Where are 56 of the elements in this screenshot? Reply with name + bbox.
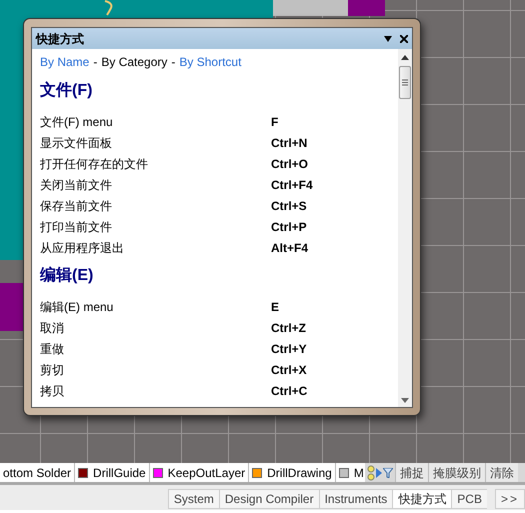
- layer-sets-icon[interactable]: [366, 464, 375, 480]
- command-label: 拷贝: [40, 382, 65, 400]
- separator-text: -: [171, 54, 176, 71]
- close-icon[interactable]: [400, 34, 408, 42]
- toolbar-button[interactable]: 掩膜级别: [428, 463, 485, 482]
- layer-tab[interactable]: KeepOutLayer: [150, 463, 250, 482]
- command-label: 取消: [40, 320, 65, 336]
- command-label: 编辑(E) menu: [40, 298, 114, 316]
- command-label: 从应用程序退出: [40, 240, 125, 256]
- command-label: 文件(F) menu: [40, 114, 114, 130]
- more-button[interactable]: >>: [494, 489, 525, 509]
- section-heading: 文件(F): [40, 80, 94, 101]
- view-link[interactable]: By Name: [40, 53, 90, 71]
- shortcut-key: Ctrl+C: [271, 382, 308, 400]
- shortcut-key: Ctrl+O: [271, 154, 308, 172]
- panel-tab[interactable]: System: [168, 489, 219, 509]
- shortcut-key: Ctrl+P: [271, 218, 307, 236]
- view-link[interactable]: By Category: [101, 53, 168, 71]
- toolbar-button[interactable]: 清除: [484, 463, 518, 482]
- shortcut-key: Ctrl+S: [271, 196, 307, 214]
- scroll-down-icon[interactable]: [401, 398, 409, 403]
- scrollbar[interactable]: [398, 49, 412, 407]
- command-label: 剪切: [40, 362, 65, 378]
- shortcut-key: Ctrl+N: [271, 134, 308, 152]
- command-label: 打开任何存在的文件: [40, 156, 149, 172]
- view-link[interactable]: By Shortcut: [179, 53, 242, 71]
- panel-title: 快捷方式: [36, 30, 85, 48]
- shortcut-key: F: [271, 112, 278, 130]
- layer-tab[interactable]: DrillGuide: [75, 463, 150, 482]
- command-label: 重做: [40, 340, 65, 358]
- toolbar-button[interactable]: 捕捉: [394, 463, 428, 482]
- layer-tab[interactable]: DrillDrawing: [249, 463, 336, 482]
- filter-icon[interactable]: [382, 468, 393, 478]
- scroll-up-icon[interactable]: [401, 55, 409, 60]
- panel-tab[interactable]: Design Compiler: [218, 489, 319, 509]
- command-label: 关闭当前文件: [40, 176, 113, 194]
- panel-tab[interactable]: Instruments: [318, 489, 392, 509]
- shortcut-key: E: [271, 298, 280, 316]
- section-heading: 编辑(E): [40, 265, 94, 286]
- shortcut-key: Ctrl+F4: [271, 176, 313, 194]
- shortcut-key: Ctrl+Y: [271, 340, 307, 358]
- panel-tab[interactable]: PCB: [451, 489, 487, 509]
- dropdown-icon[interactable]: [384, 36, 392, 42]
- shortcut-key: Alt+F4: [271, 238, 308, 256]
- panel-tab[interactable]: 快捷方式: [392, 489, 452, 509]
- separator-text: -: [93, 54, 98, 71]
- command-label: 显示文件面板: [40, 134, 113, 152]
- shortcut-key: Ctrl+X: [271, 360, 307, 378]
- command-label: 打印当前文件: [40, 218, 113, 236]
- copper-area: [0, 283, 25, 331]
- shortcut-key: Ctrl+Z: [271, 318, 306, 336]
- play-icon[interactable]: [376, 468, 382, 478]
- scroll-thumb[interactable]: [399, 66, 411, 99]
- command-label: 保存当前文件: [40, 198, 113, 214]
- layer-tab[interactable]: ottom Solder: [0, 463, 76, 482]
- layer-tab[interactable]: M: [336, 463, 368, 482]
